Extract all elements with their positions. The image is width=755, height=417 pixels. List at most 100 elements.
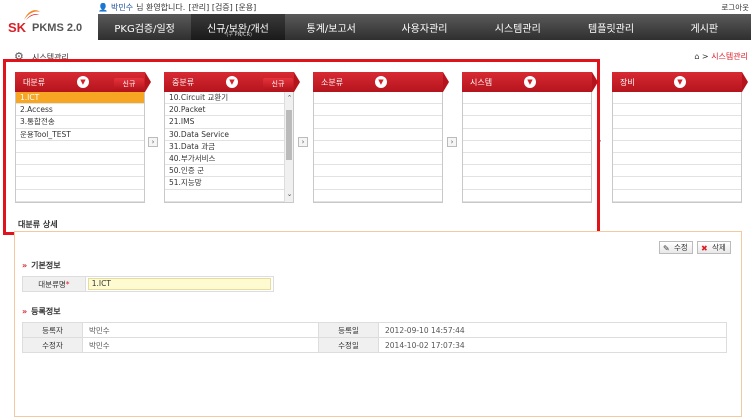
home-icon[interactable]: ⌂	[694, 52, 699, 61]
middle-new-button[interactable]: 신규	[263, 78, 293, 90]
chevron-right-icon[interactable]: ›	[298, 137, 308, 147]
list-item[interactable]: 40.부가서비스	[165, 153, 293, 166]
list-item[interactable]	[463, 116, 591, 129]
main-menu: PKG검증/일정 신규/보완/개선 *(구 PN/CR) 통계/보고서 사용자관리…	[98, 14, 751, 40]
list-item[interactable]	[463, 92, 591, 105]
list-item[interactable]	[613, 129, 741, 141]
major-category-panel: 대분류 ▼ 1.ICT 2.Access 3.통합전송 운용Tool_TEST	[15, 72, 151, 203]
chevron-down-icon[interactable]: ▼	[77, 76, 89, 88]
list-item[interactable]	[613, 190, 741, 202]
list-item[interactable]: 31.Data 과금	[165, 141, 293, 153]
list-item[interactable]	[165, 190, 293, 202]
list-item[interactable]	[463, 141, 591, 153]
chevron-down-icon[interactable]: ▼	[674, 76, 686, 88]
list-item[interactable]	[16, 190, 144, 202]
list-item[interactable]: 51.지능망	[165, 177, 293, 190]
menu-users[interactable]: 사용자관리	[378, 14, 471, 40]
list-item[interactable]	[613, 116, 741, 129]
list-item[interactable]	[314, 177, 442, 190]
chevron-down-icon[interactable]: ⌄	[285, 190, 294, 200]
list-item[interactable]	[314, 141, 442, 153]
major-name-input[interactable]: 1.ICT	[87, 278, 271, 290]
menu-template[interactable]: 템플릿관리	[564, 14, 657, 40]
list-item[interactable]	[463, 165, 591, 178]
chevron-right-icon[interactable]: ›	[148, 137, 158, 147]
user-icon: 👤	[98, 2, 108, 12]
scrollbar-thumb[interactable]	[286, 110, 292, 160]
name-label-text: 대분류명	[38, 279, 66, 289]
double-chevron-icon: »	[22, 261, 28, 270]
menu-system[interactable]: 시스템관리	[471, 14, 564, 40]
registrant-value: 박민수	[82, 322, 319, 338]
list-item[interactable]	[463, 104, 591, 117]
list-item[interactable]	[314, 153, 442, 166]
chevron-right-icon[interactable]: ›	[447, 137, 457, 147]
list-item[interactable]	[463, 190, 591, 202]
list-item[interactable]	[613, 177, 741, 190]
list-item[interactable]	[613, 141, 741, 153]
welcome-user[interactable]: 박민수	[111, 2, 133, 13]
breadcrumb: ⌂ > 시스템관리	[694, 52, 748, 61]
list-item[interactable]	[314, 129, 442, 141]
menu-new-improve[interactable]: 신규/보완/개선 *(구 PN/CR)	[191, 14, 285, 40]
list-item[interactable]	[16, 165, 144, 178]
list-item[interactable]	[613, 165, 741, 178]
panel-label: 소분류	[321, 78, 344, 87]
logout-link[interactable]: 로그아웃	[721, 2, 749, 13]
equipment-list	[612, 92, 742, 203]
chevron-down-icon[interactable]: ▼	[375, 76, 387, 88]
list-item[interactable]	[314, 165, 442, 178]
list-item[interactable]: 3.통합전송	[16, 116, 144, 129]
menu-label: 게시판	[690, 24, 719, 35]
field-label: 수정자	[22, 337, 83, 353]
list-item[interactable]	[314, 92, 442, 105]
list-item[interactable]: 50.인증 군	[165, 165, 293, 178]
chevron-down-icon[interactable]: ▼	[226, 76, 238, 88]
list-item[interactable]: 30.Data Service	[165, 129, 293, 141]
top-bar: SK PKMS 2.0 👤 박민수 님 환영합니다. [관리] [검증] [운용…	[0, 0, 755, 42]
header-arrow-tail	[742, 72, 748, 92]
chevron-right-icon[interactable]: ›	[597, 137, 603, 147]
list-item[interactable]	[463, 129, 591, 141]
welcome-roles: [관리] [검증] [운용]	[188, 2, 257, 12]
chevron-up-icon[interactable]: ⌃	[285, 94, 294, 104]
edit-button[interactable]: ✎ 수정	[659, 241, 693, 254]
menu-stats[interactable]: 통계/보고서	[285, 14, 378, 40]
list-item[interactable]	[314, 104, 442, 117]
basic-info-table: 대분류명* 1.ICT	[22, 276, 275, 292]
list-item[interactable]: 2.Access	[16, 104, 144, 117]
section-title: 등록정보	[31, 307, 61, 316]
major-category-list: 1.ICT 2.Access 3.통합전송 운용Tool_TEST	[15, 92, 145, 203]
minor-category-panel: 소분류 ▼	[313, 72, 449, 203]
list-item[interactable]: 운용Tool_TEST	[16, 129, 144, 141]
list-item[interactable]: 1.ICT	[16, 92, 144, 105]
list-item[interactable]	[16, 153, 144, 166]
list-item[interactable]	[613, 92, 741, 105]
list-item[interactable]: 21.IMS	[165, 116, 293, 129]
required-mark: *	[65, 279, 70, 289]
list-item[interactable]	[613, 104, 741, 117]
list-item[interactable]	[314, 190, 442, 202]
edit-label: 수정	[674, 243, 688, 252]
panel-label: 장비	[620, 78, 635, 87]
list-item[interactable]	[314, 116, 442, 129]
list-item[interactable]: 10.Circuit 교환기	[165, 92, 293, 105]
menu-pkg-verify[interactable]: PKG검증/일정	[98, 14, 191, 40]
breadcrumb-current[interactable]: 시스템관리	[711, 52, 748, 61]
menu-board[interactable]: 게시판	[658, 14, 751, 40]
list-item[interactable]	[463, 177, 591, 190]
list-item[interactable]	[16, 177, 144, 190]
delete-button[interactable]: ✖ 삭제	[697, 241, 731, 254]
list-item[interactable]	[613, 153, 741, 166]
major-new-button[interactable]: 신규	[114, 78, 144, 90]
list-item[interactable]	[463, 153, 591, 166]
field-label: 등록자	[22, 322, 83, 338]
list-scrollbar[interactable]: ⌃ ⌄	[284, 92, 293, 202]
registration-section: » 등록정보	[22, 306, 61, 317]
list-item[interactable]	[16, 141, 144, 153]
list-item[interactable]: 20.Packet	[165, 104, 293, 117]
chevron-down-icon[interactable]: ▼	[524, 76, 536, 88]
menu-label: 사용자관리	[401, 24, 448, 35]
menu-label: 통계/보고서	[306, 24, 356, 35]
pkms-logo[interactable]: SK PKMS 2.0	[4, 4, 94, 38]
